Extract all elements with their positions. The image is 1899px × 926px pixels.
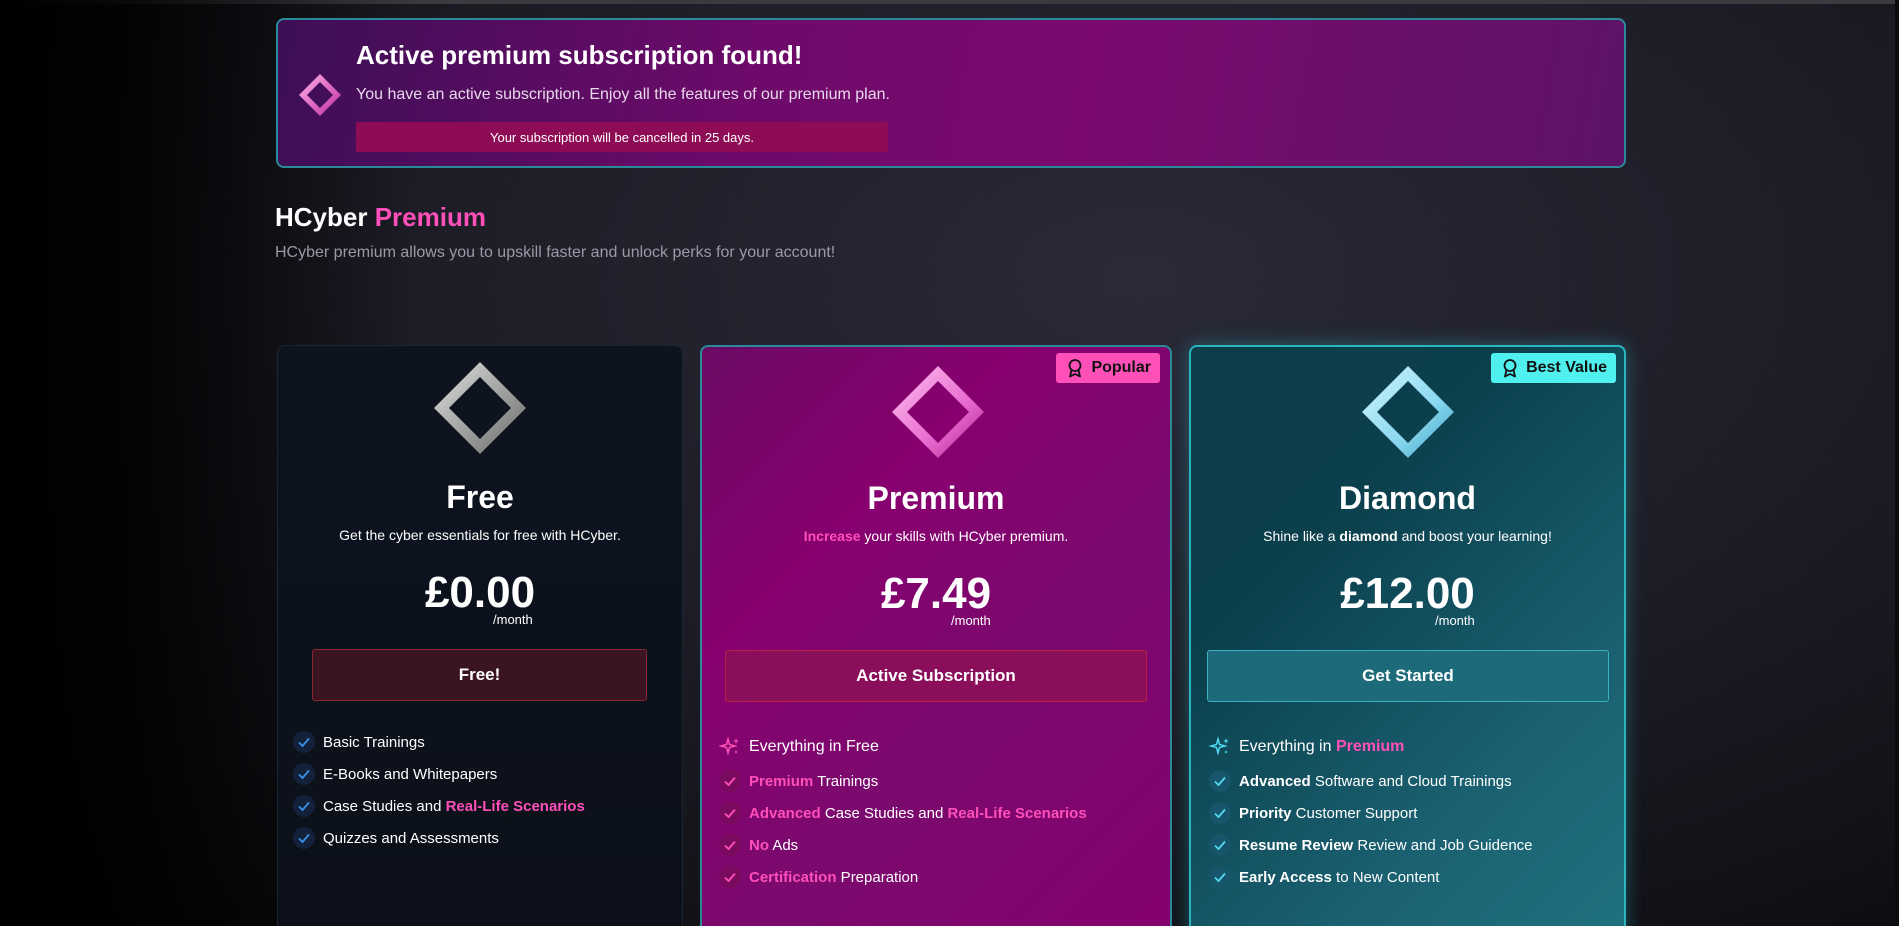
- list-item: Advanced Case Studies and Real-Life Scen…: [719, 797, 1087, 829]
- feature-highlight: Early Access: [1239, 868, 1332, 886]
- check-icon: [293, 795, 315, 817]
- feature-text: Case Studies and: [820, 804, 948, 822]
- list-item: Case Studies and Real-Life Scenarios: [293, 790, 585, 822]
- list-item: Everything in Free: [719, 729, 1087, 765]
- diamond-pink-icon: [299, 74, 341, 116]
- feature-text: Trainings: [813, 772, 879, 790]
- plan-name: Diamond: [1339, 480, 1476, 516]
- list-item: Basic Trainings: [293, 726, 585, 758]
- banner-title: Active premium subscription found!: [356, 40, 803, 70]
- feature-highlight: No: [749, 836, 769, 854]
- check-icon: [1209, 866, 1231, 888]
- check-icon: [719, 770, 741, 792]
- active-subscription-button[interactable]: Active Subscription: [725, 650, 1147, 702]
- check-icon: [719, 866, 741, 888]
- feature-highlight: Advanced: [1239, 772, 1311, 790]
- feature-list: Everything in Premium Advanced Software …: [1209, 729, 1533, 893]
- feature-text: E-Books and Whitepapers: [323, 765, 498, 783]
- badge-label: Popular: [1091, 359, 1151, 376]
- feature-text: to New Content: [1331, 868, 1440, 886]
- page-title-accent: Premium: [374, 202, 486, 232]
- free-plan-button[interactable]: Free!: [312, 649, 647, 701]
- feature-text: Case Studies and: [323, 797, 446, 815]
- feature-highlight: Advanced: [749, 804, 821, 822]
- plan-name: Premium: [867, 480, 1005, 516]
- plan-card-diamond: Best Value Diamond Shine like a diamond …: [1189, 345, 1626, 926]
- plan-price: £12.00: [1340, 569, 1475, 618]
- sparkles-icon: [1209, 736, 1229, 756]
- check-icon: [1209, 802, 1231, 824]
- page-title-brand: HCyber: [275, 202, 368, 232]
- feature-text: Ads: [769, 836, 799, 854]
- feature-text: Preparation: [836, 868, 919, 886]
- subscription-banner: Active premium subscription found! You h…: [276, 18, 1626, 168]
- feature-highlight: Premium: [1335, 738, 1405, 755]
- feature-text: Software and Cloud Trainings: [1310, 772, 1512, 790]
- diamond-pink-icon: [892, 366, 984, 458]
- check-icon: [1209, 834, 1231, 856]
- check-icon: [719, 802, 741, 824]
- list-item: No Ads: [719, 829, 1087, 861]
- page-subtitle: HCyber premium allows you to upskill fas…: [275, 244, 836, 261]
- feature-highlight: Priority: [1239, 804, 1292, 822]
- diamond-cyan-icon: [1362, 366, 1454, 458]
- window-right-edge: [1895, 0, 1899, 926]
- cancellation-notice: Your subscription will be cancelled in 2…: [356, 122, 888, 152]
- diamond-gray-icon: [434, 362, 526, 454]
- get-started-button[interactable]: Get Started: [1207, 650, 1609, 702]
- description-text: your skills with HCyber premium.: [860, 528, 1069, 544]
- window-top-bar: [0, 0, 1899, 4]
- feature-highlight: Certification: [749, 868, 837, 886]
- feature-text: Everything in Free: [749, 738, 879, 755]
- list-item: Priority Customer Support: [1209, 797, 1533, 829]
- check-icon: [719, 834, 741, 856]
- banner-text: You have an active subscription. Enjoy a…: [356, 86, 890, 103]
- plan-description: Increase your skills with HCyber premium…: [702, 528, 1170, 544]
- description-text: Shine like a: [1263, 528, 1340, 544]
- list-item: Certification Preparation: [719, 861, 1087, 893]
- check-icon: [293, 731, 315, 753]
- plan-description: Get the cyber essentials for free with H…: [339, 527, 621, 543]
- list-item: Resume Review Review and Job Guidence: [1209, 829, 1533, 861]
- award-icon: [1503, 359, 1517, 378]
- feature-highlight: Premium: [749, 772, 814, 790]
- feature-highlight: Real-Life Scenarios: [947, 804, 1087, 822]
- feature-text: Basic Trainings: [323, 733, 425, 751]
- plan-price: £7.49: [880, 569, 992, 618]
- plan-card-premium: Popular Premium Increase your skills wit…: [700, 345, 1172, 926]
- popular-badge: Popular: [1056, 353, 1160, 383]
- description-text: and boost your learning!: [1397, 528, 1552, 544]
- feature-highlight: Resume Review: [1239, 836, 1354, 854]
- price-period: /month: [1435, 613, 1475, 628]
- plan-card-free: Free Get the cyber essentials for free w…: [277, 345, 683, 926]
- page-title: HCyber Premium: [275, 202, 486, 233]
- list-item: E-Books and Whitepapers: [293, 758, 585, 790]
- check-icon: [293, 827, 315, 849]
- price-period: /month: [493, 612, 533, 627]
- plan-name: Free: [446, 479, 514, 515]
- feature-text: Everything in: [1239, 738, 1336, 755]
- list-item: Quizzes and Assessments: [293, 822, 585, 854]
- feature-highlight: Real-Life Scenarios: [445, 797, 585, 815]
- list-item: Premium Trainings: [719, 765, 1087, 797]
- feature-list: Basic Trainings E-Books and Whitepapers …: [293, 726, 585, 854]
- list-item: Everything in Premium: [1209, 729, 1533, 765]
- list-item: Early Access to New Content: [1209, 861, 1533, 893]
- award-icon: [1069, 359, 1082, 378]
- badge-label: Best Value: [1526, 359, 1607, 376]
- description-highlight: diamond: [1339, 528, 1398, 544]
- sparkles-icon: [719, 736, 739, 756]
- plan-price: £0.00: [424, 568, 536, 617]
- feature-text: Review and Job Guidence: [1353, 836, 1533, 854]
- plan-description: Shine like a diamond and boost your lear…: [1191, 528, 1624, 544]
- description-highlight: Increase: [803, 528, 861, 544]
- feature-list: Everything in Free Premium Trainings Adv…: [719, 729, 1087, 893]
- check-icon: [293, 763, 315, 785]
- best-value-badge: Best Value: [1491, 353, 1616, 383]
- feature-text: Quizzes and Assessments: [323, 829, 499, 847]
- price-period: /month: [951, 613, 991, 628]
- feature-text: Customer Support: [1291, 804, 1418, 822]
- check-icon: [1209, 770, 1231, 792]
- list-item: Advanced Software and Cloud Trainings: [1209, 765, 1533, 797]
